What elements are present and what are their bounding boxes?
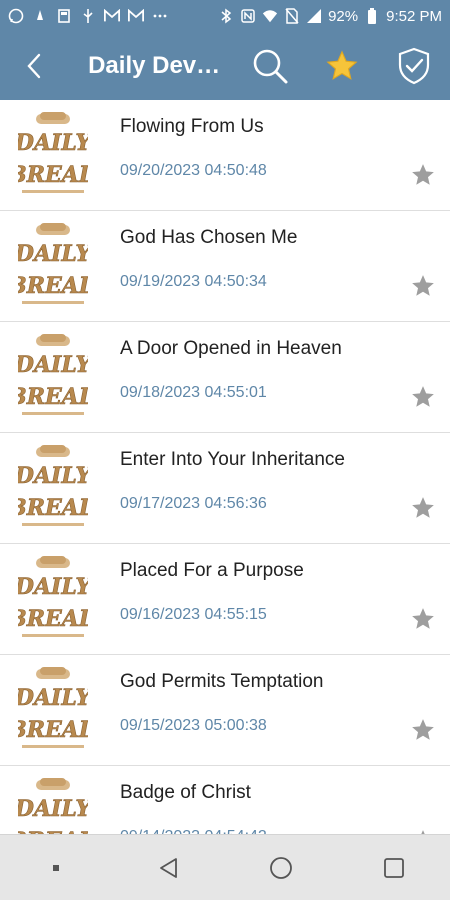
item-date: 09/15/2023 05:00:38 xyxy=(120,717,267,734)
daily-bread-logo: DAILY BREAD xyxy=(18,445,88,526)
star-icon[interactable] xyxy=(410,384,436,410)
logo-line-2: BREAD xyxy=(18,606,88,632)
logo-line-1: DAILY xyxy=(18,352,88,378)
list-item[interactable]: DAILY BREAD Flowing From Us 09/20/2023 0… xyxy=(0,100,450,211)
list-item[interactable]: DAILY BREAD Badge of Christ 09/14/2023 0… xyxy=(0,766,450,834)
item-date: 09/17/2023 04:56:36 xyxy=(120,495,267,512)
cast-icon xyxy=(56,8,72,24)
battery-percent: 92% xyxy=(328,7,359,25)
nav-home-button[interactable] xyxy=(246,835,316,900)
favorites-button[interactable] xyxy=(306,32,378,100)
item-date: 09/19/2023 04:50:34 xyxy=(120,273,267,290)
more-notifications-icon xyxy=(152,8,168,24)
list-item[interactable]: DAILY BREAD Enter Into Your Inheritance … xyxy=(0,433,450,544)
logo-line-2: BREAD xyxy=(18,384,88,410)
star-icon[interactable] xyxy=(410,606,436,632)
battery-icon xyxy=(364,8,380,24)
item-title: A Door Opened in Heaven xyxy=(120,338,342,359)
star-icon[interactable] xyxy=(410,717,436,743)
no-sim-icon xyxy=(284,8,300,24)
gmail-icon xyxy=(128,8,144,24)
logo-line-2: BREAD xyxy=(18,717,88,743)
nav-overview-button[interactable] xyxy=(359,835,429,900)
back-triangle-icon xyxy=(159,857,177,878)
daily-bread-logo: DAILY BREAD xyxy=(18,556,88,637)
home-circle-icon xyxy=(270,856,293,879)
status-right-icons: 92% 9:52 PM xyxy=(218,8,442,25)
logo-line-1: DAILY xyxy=(18,574,88,600)
logo-line-1: DAILY xyxy=(18,130,88,156)
shield-check-icon xyxy=(398,47,430,85)
item-title: God Permits Temptation xyxy=(120,671,324,692)
status-bar: 92% 9:52 PM xyxy=(0,0,450,32)
item-title: Badge of Christ xyxy=(120,782,251,803)
notification-icon xyxy=(32,8,48,24)
item-date: 09/16/2023 04:55:15 xyxy=(120,606,267,623)
signal-icon xyxy=(306,8,322,24)
list-item[interactable]: DAILY BREAD God Has Chosen Me 09/19/2023… xyxy=(0,211,450,322)
logo-line-2: BREAD xyxy=(18,162,88,188)
logo-line-1: DAILY xyxy=(18,685,88,711)
search-button[interactable] xyxy=(234,32,306,100)
logo-line-1: DAILY xyxy=(18,463,88,489)
wifi-icon xyxy=(262,8,278,24)
status-time: 9:52 PM xyxy=(386,7,442,25)
list-item[interactable]: DAILY BREAD God Permits Temptation 09/15… xyxy=(0,655,450,766)
gmail-icon xyxy=(104,8,120,24)
list-item[interactable]: DAILY BREAD A Door Opened in Heaven 09/1… xyxy=(0,322,450,433)
daily-bread-logo: DAILY BREAD xyxy=(18,112,88,193)
item-title: Flowing From Us xyxy=(120,116,264,137)
daily-bread-logo: DAILY BREAD xyxy=(18,334,88,415)
usb-icon xyxy=(80,8,96,24)
page-title: Daily Devo… xyxy=(88,52,234,79)
list-item[interactable]: DAILY BREAD Placed For a Purpose 09/16/2… xyxy=(0,544,450,655)
daily-bread-logo: DAILY BREAD xyxy=(18,223,88,304)
overview-square-icon xyxy=(383,857,404,878)
recents-dot-icon xyxy=(53,864,60,871)
item-title: God Has Chosen Me xyxy=(120,227,298,248)
app-bar-actions xyxy=(234,32,450,100)
devotion-list: DAILY BREAD Flowing From Us 09/20/2023 0… xyxy=(0,100,450,834)
whatsapp-icon xyxy=(8,8,24,24)
item-date: 09/20/2023 04:50:48 xyxy=(120,162,267,179)
app-bar: Daily Devo… xyxy=(0,32,450,100)
verified-button[interactable] xyxy=(378,32,450,100)
item-date: 09/18/2023 04:55:01 xyxy=(120,384,267,401)
status-left-icons xyxy=(8,8,168,24)
logo-line-1: DAILY xyxy=(18,241,88,267)
search-icon xyxy=(253,49,288,84)
logo-line-2: BREAD xyxy=(18,495,88,521)
daily-bread-logo: DAILY BREAD xyxy=(18,778,88,834)
back-button[interactable] xyxy=(0,32,68,100)
star-icon[interactable] xyxy=(410,495,436,521)
system-nav-bar xyxy=(0,834,450,900)
item-title: Enter Into Your Inheritance xyxy=(120,449,345,470)
back-icon xyxy=(27,53,41,79)
nfc-icon xyxy=(240,8,256,24)
nav-back-button[interactable] xyxy=(134,835,204,900)
daily-bread-logo: DAILY BREAD xyxy=(18,667,88,748)
star-icon xyxy=(326,50,358,80)
bluetooth-icon xyxy=(218,8,234,24)
item-title: Placed For a Purpose xyxy=(120,560,304,581)
star-icon[interactable] xyxy=(410,162,436,188)
logo-line-1: DAILY xyxy=(18,796,88,822)
recents-dot-button[interactable] xyxy=(21,835,91,900)
logo-line-2: BREAD xyxy=(18,273,88,299)
star-icon[interactable] xyxy=(410,273,436,299)
